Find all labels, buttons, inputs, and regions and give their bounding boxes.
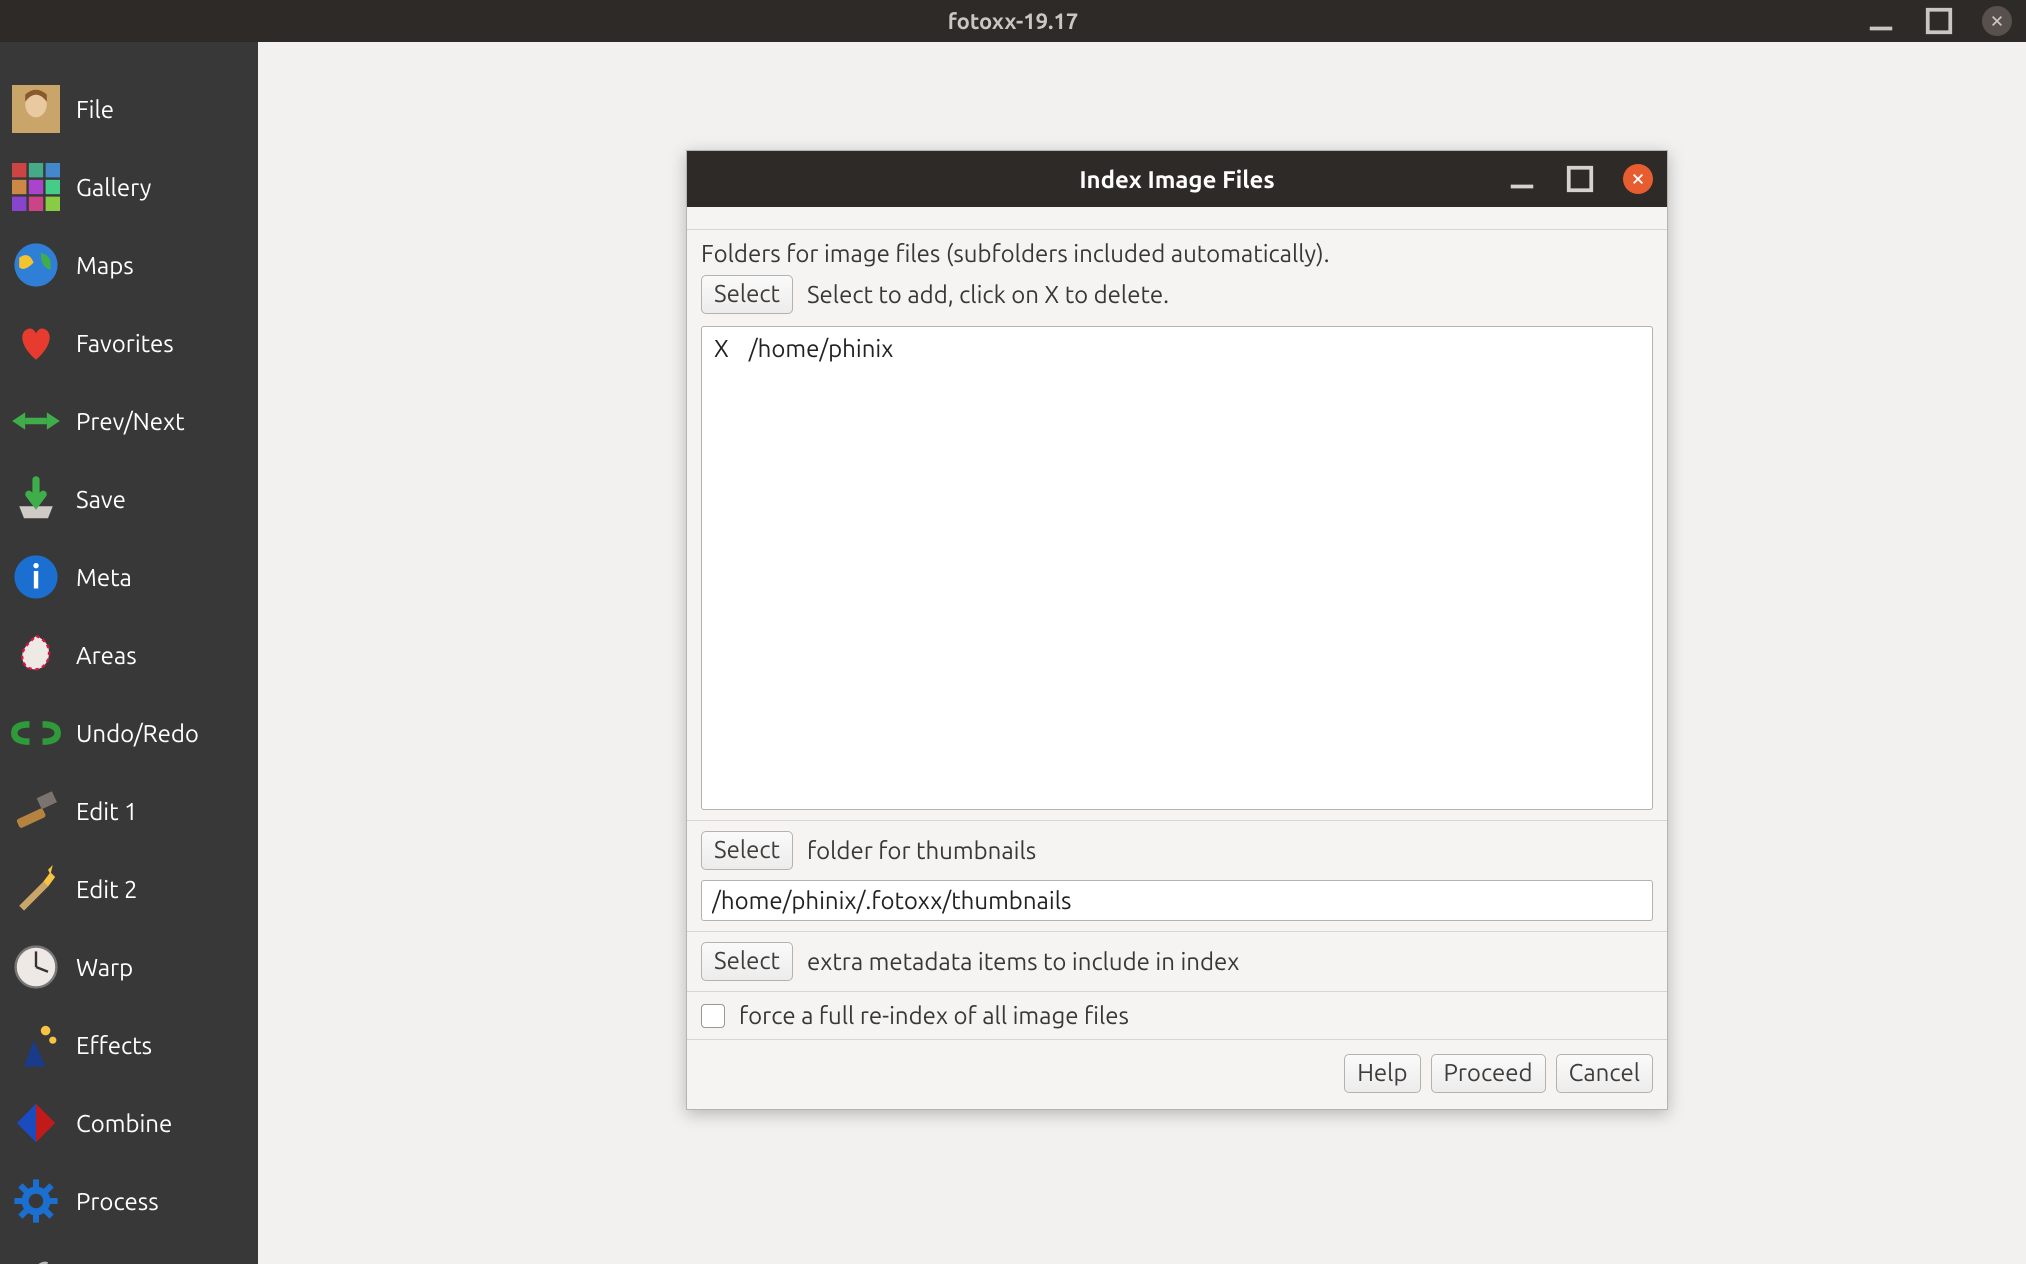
content-area: Index Image Files	[258, 42, 2026, 1264]
dialog-title: Index Image Files	[1079, 166, 1274, 193]
sidebar-item-label: Favorites	[76, 330, 174, 357]
sidebar-item-effects[interactable]: Effects	[0, 1020, 258, 1070]
favorites-icon	[10, 318, 62, 368]
sidebar-item-edit1[interactable]: Edit 1	[0, 786, 258, 836]
areas-icon	[10, 630, 62, 680]
sidebar-item-label: Process	[76, 1188, 159, 1215]
gallery-icon	[10, 162, 62, 212]
sidebar-item-label: Gallery	[76, 174, 151, 201]
thumbnails-path-input[interactable]	[701, 880, 1653, 921]
dialog-actions: Help Proceed Cancel	[701, 1054, 1653, 1093]
sidebar-item-warp[interactable]: Warp	[0, 942, 258, 992]
thumbnails-label: folder for thumbnails	[807, 837, 1036, 864]
sidebar-item-save[interactable]: Save	[0, 474, 258, 524]
dialog-close-button[interactable]	[1623, 164, 1653, 194]
sidebar-item-label: Save	[76, 486, 126, 513]
force-reindex-checkbox[interactable]	[701, 1004, 725, 1028]
index-dialog: Index Image Files	[686, 150, 1668, 1110]
tools-icon	[10, 1254, 62, 1264]
window-minimize-button[interactable]	[1866, 6, 1896, 36]
sidebar: File Gallery	[0, 42, 258, 1264]
select-hint: Select to add, click on X to delete.	[807, 281, 1169, 308]
extra-metadata-label: extra metadata items to include in index	[807, 948, 1239, 975]
main-titlebar: fotoxx-19.17	[0, 0, 2026, 42]
proceed-button[interactable]: Proceed	[1431, 1054, 1546, 1093]
folder-path: /home/phinix	[749, 335, 894, 362]
sidebar-item-prevnext[interactable]: Prev/Next	[0, 396, 258, 446]
sidebar-item-label: Undo/Redo	[76, 720, 199, 747]
sidebar-item-label: Areas	[76, 642, 137, 669]
dialog-maximize-button[interactable]	[1565, 164, 1595, 194]
meta-icon: i	[10, 552, 62, 602]
sidebar-item-label: Maps	[76, 252, 134, 279]
sidebar-item-gallery[interactable]: Gallery	[0, 162, 258, 212]
process-icon	[10, 1176, 62, 1226]
select-metadata-button[interactable]: Select	[701, 942, 793, 981]
file-icon	[10, 84, 62, 134]
svg-text:i: i	[31, 559, 40, 596]
sidebar-item-favorites[interactable]: Favorites	[0, 318, 258, 368]
undoredo-icon	[10, 708, 62, 758]
edit1-icon	[10, 786, 62, 836]
select-folders-button[interactable]: Select	[701, 275, 793, 314]
folders-description: Folders for image files (subfolders incl…	[701, 240, 1653, 267]
sidebar-item-combine[interactable]: Combine	[0, 1098, 258, 1148]
prevnext-icon	[10, 396, 62, 446]
sidebar-item-label: Combine	[76, 1110, 172, 1137]
help-button[interactable]: Help	[1344, 1054, 1420, 1093]
warp-icon	[10, 942, 62, 992]
sidebar-item-undoredo[interactable]: Undo/Redo	[0, 708, 258, 758]
app-title: fotoxx-19.17	[948, 9, 1079, 34]
folder-delete-x[interactable]: X	[714, 335, 729, 362]
edit2-icon	[10, 864, 62, 914]
dialog-titlebar: Index Image Files	[687, 151, 1667, 207]
dialog-minimize-button[interactable]	[1507, 164, 1537, 194]
sidebar-item-areas[interactable]: Areas	[0, 630, 258, 680]
sidebar-item-label: Meta	[76, 564, 132, 591]
sidebar-item-label: File	[76, 96, 114, 123]
folder-row: X /home/phinix	[714, 335, 1640, 362]
sidebar-item-tools[interactable]: Tools	[0, 1254, 258, 1264]
sidebar-item-label: Warp	[76, 954, 133, 981]
sidebar-item-label: Edit 2	[76, 876, 138, 903]
effects-icon	[10, 1020, 62, 1070]
sidebar-item-edit2[interactable]: Edit 2	[0, 864, 258, 914]
sidebar-item-label: Edit 1	[76, 798, 138, 825]
sidebar-item-meta[interactable]: i Meta	[0, 552, 258, 602]
folder-list[interactable]: X /home/phinix	[701, 326, 1653, 810]
sidebar-item-file[interactable]: File	[0, 84, 258, 134]
save-icon	[10, 474, 62, 524]
sidebar-item-label: Prev/Next	[76, 408, 185, 435]
sidebar-item-process[interactable]: Process	[0, 1176, 258, 1226]
window-maximize-button[interactable]	[1924, 6, 1954, 36]
maps-icon	[10, 240, 62, 290]
window-close-button[interactable]	[1982, 6, 2012, 36]
select-thumbnails-button[interactable]: Select	[701, 831, 793, 870]
sidebar-item-label: Effects	[76, 1032, 152, 1059]
force-reindex-label: force a full re-index of all image files	[739, 1002, 1129, 1029]
combine-icon	[10, 1098, 62, 1148]
sidebar-item-maps[interactable]: Maps	[0, 240, 258, 290]
cancel-button[interactable]: Cancel	[1556, 1054, 1653, 1093]
